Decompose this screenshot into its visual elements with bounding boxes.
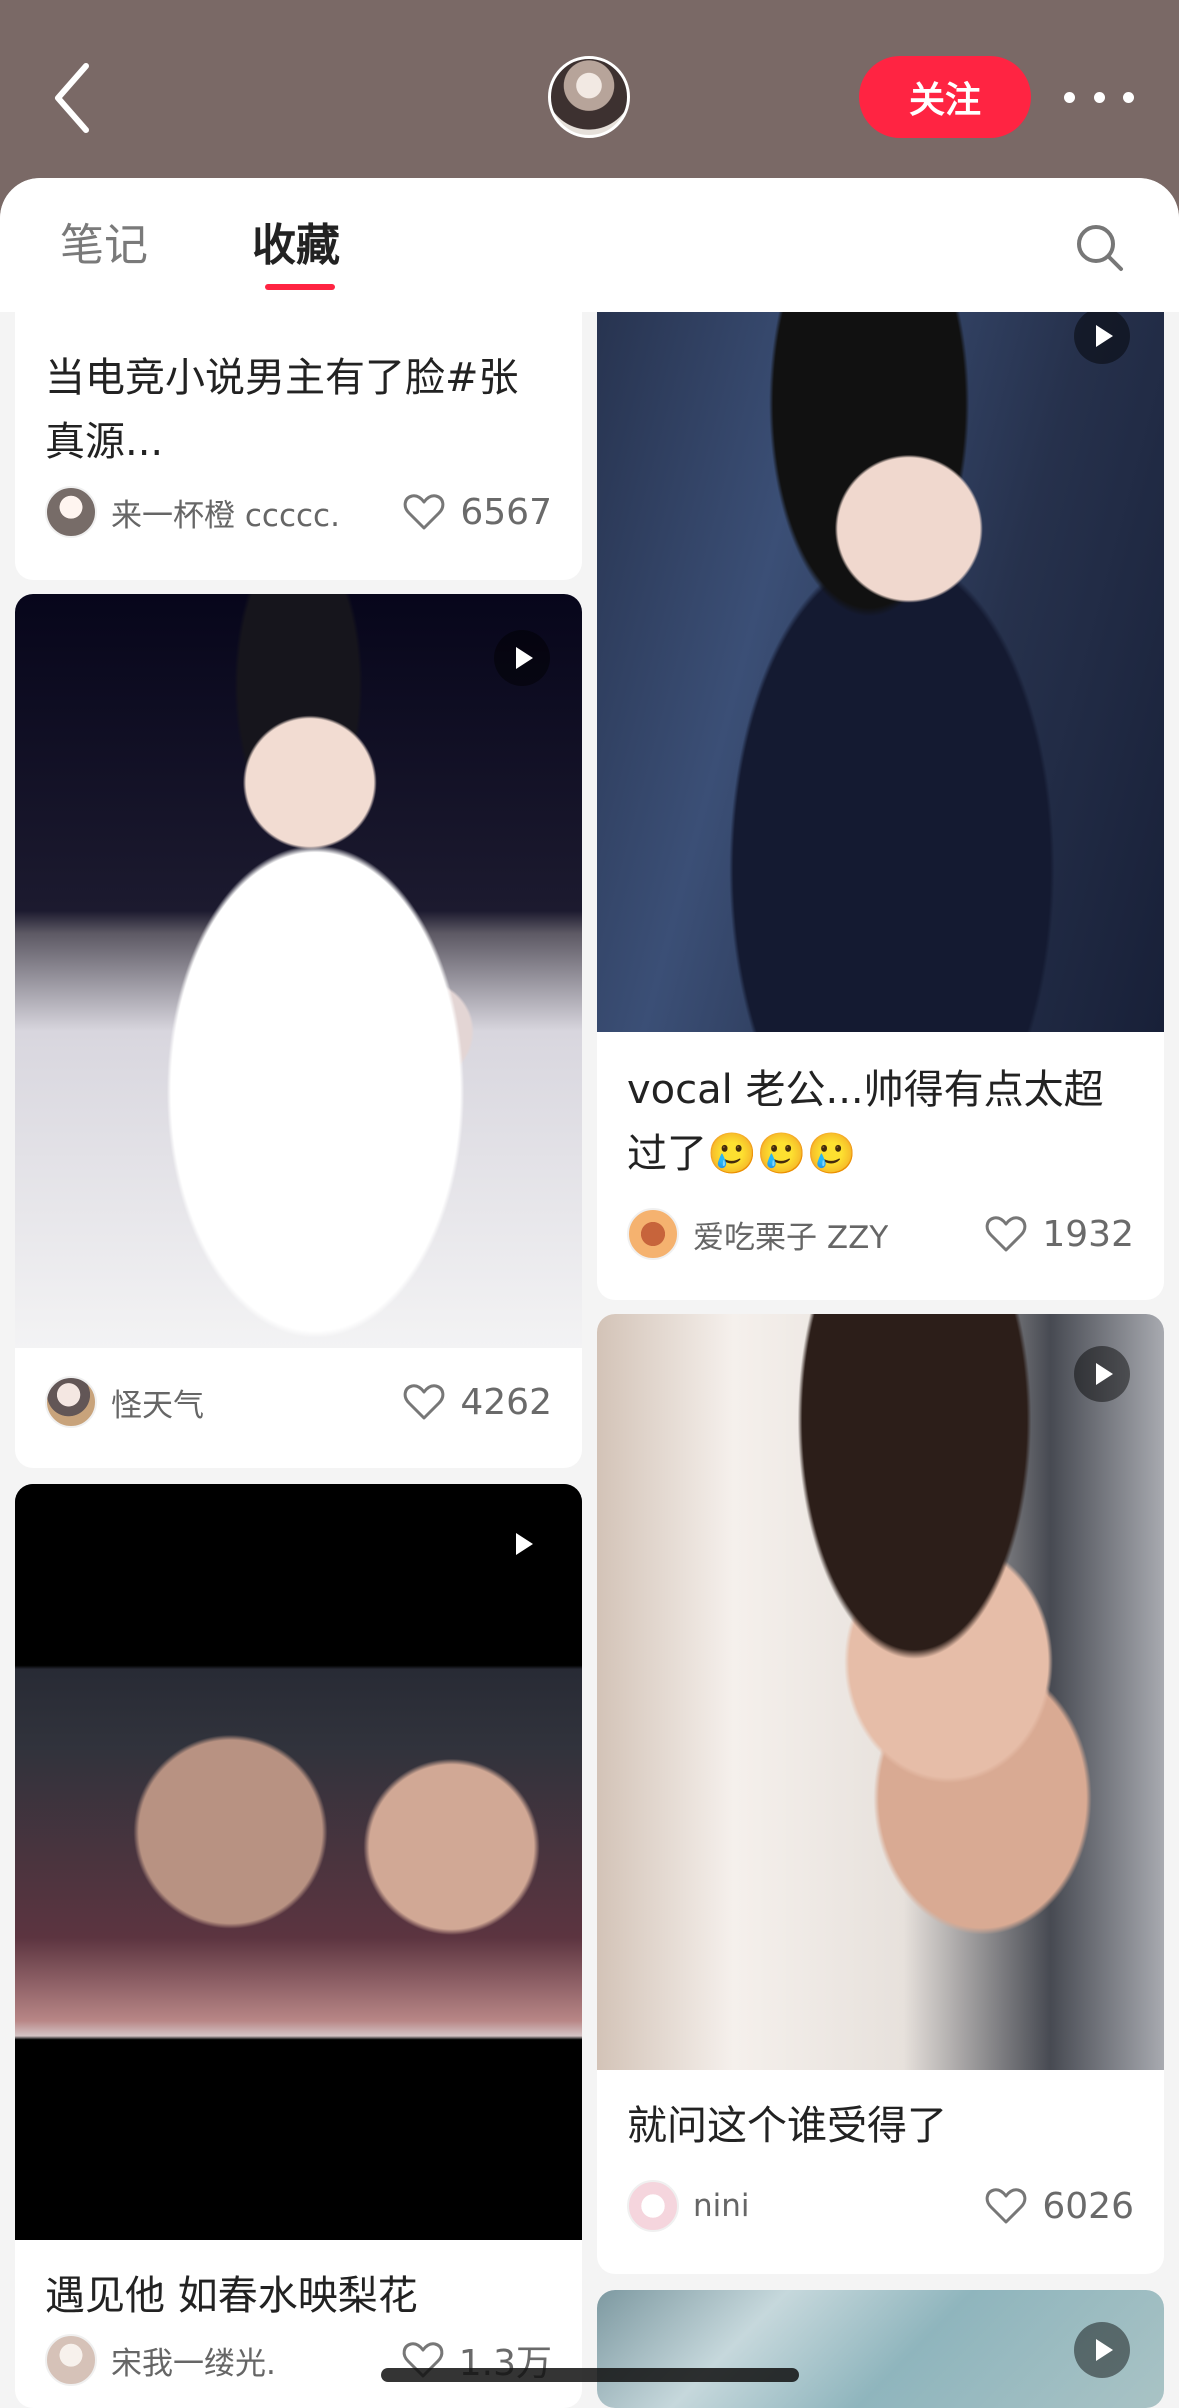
author-name: 怪天气 bbox=[111, 1387, 204, 1424]
note-card[interactable]: 怪天气 4262 bbox=[15, 594, 582, 1468]
author-name: 爱吃栗子 ZZY bbox=[693, 1219, 889, 1256]
note-footer: 爱吃栗子 ZZY 1932 bbox=[627, 1204, 1134, 1264]
note-card[interactable] bbox=[597, 2290, 1164, 2408]
note-title: 遇见他 如春水映梨花 bbox=[45, 2273, 418, 2319]
like-count: 6567 bbox=[460, 491, 552, 533]
author-info[interactable]: nini bbox=[627, 2180, 750, 2232]
play-icon bbox=[1074, 308, 1130, 364]
author-avatar bbox=[45, 2334, 97, 2386]
note-cover-image bbox=[597, 292, 1164, 1032]
note-card[interactable]: 遇见他 如春水映梨花 宋我一缕光. 1.3万 bbox=[15, 1484, 582, 2408]
like-count: 4262 bbox=[460, 1381, 552, 1423]
heart-icon bbox=[986, 1216, 1027, 1252]
follow-button[interactable]: 关注 bbox=[859, 56, 1031, 138]
search-icon[interactable] bbox=[1074, 222, 1126, 274]
note-cover-image bbox=[15, 1484, 582, 2240]
author-avatar bbox=[627, 2180, 679, 2232]
like-button[interactable]: 1932 bbox=[984, 1212, 1134, 1256]
note-title: 当电竞小说男主有了脸#张真源... bbox=[45, 355, 519, 465]
note-card[interactable]: 就问这个谁受得了 nini 6026 bbox=[597, 1314, 1164, 2274]
like-button[interactable]: 6567 bbox=[402, 490, 552, 534]
heart-icon bbox=[986, 2188, 1027, 2224]
author-info[interactable]: 怪天气 bbox=[45, 1376, 204, 1428]
more-options-icon[interactable] bbox=[1064, 82, 1134, 112]
note-footer: 来一杯橙 ccccc. 6567 bbox=[45, 482, 552, 542]
like-count: 1932 bbox=[1042, 1213, 1134, 1255]
heart-icon bbox=[404, 1384, 445, 1420]
profile-header: 关注 bbox=[0, 0, 1179, 200]
home-indicator[interactable] bbox=[381, 2368, 799, 2382]
like-button[interactable]: 6026 bbox=[984, 2184, 1134, 2228]
note-title: vocal 老公...帅得有点太超过了🥲🥲🥲 bbox=[627, 1067, 1104, 1177]
tab-favorites[interactable]: 收藏 bbox=[252, 216, 340, 276]
author-avatar bbox=[627, 1208, 679, 1260]
note-card[interactable]: vocal 老公...帅得有点太超过了🥲🥲🥲 爱吃栗子 ZZY 1932 bbox=[597, 292, 1164, 1300]
note-cover-image bbox=[597, 1314, 1164, 2070]
active-tab-indicator bbox=[265, 284, 335, 290]
play-icon bbox=[1074, 2322, 1130, 2378]
tab-notes[interactable]: 笔记 bbox=[60, 216, 148, 276]
note-footer: nini 6026 bbox=[627, 2176, 1134, 2236]
author-name: 来一杯橙 ccccc. bbox=[111, 497, 340, 534]
note-cover-image bbox=[15, 594, 582, 1348]
like-button[interactable]: 4262 bbox=[402, 1380, 552, 1424]
author-name: 宋我一缕光. bbox=[111, 2345, 276, 2382]
profile-tabs: 笔记 收藏 bbox=[0, 178, 1179, 312]
author-avatar bbox=[45, 486, 97, 538]
profile-avatar[interactable] bbox=[548, 56, 630, 138]
author-avatar bbox=[45, 1376, 97, 1428]
play-icon bbox=[494, 630, 550, 686]
note-title: 就问这个谁受得了 bbox=[627, 2103, 947, 2149]
author-info[interactable]: 爱吃栗子 ZZY bbox=[627, 1208, 888, 1260]
play-icon bbox=[1074, 1346, 1130, 1402]
author-name: nini bbox=[693, 2188, 750, 2224]
heart-icon bbox=[404, 494, 445, 530]
play-icon bbox=[494, 1516, 550, 1572]
note-footer: 怪天气 4262 bbox=[45, 1372, 552, 1432]
author-info[interactable]: 来一杯橙 ccccc. bbox=[45, 486, 340, 538]
author-info[interactable]: 宋我一缕光. bbox=[45, 2334, 276, 2386]
back-icon[interactable] bbox=[44, 58, 104, 138]
like-count: 6026 bbox=[1042, 2185, 1134, 2227]
note-card[interactable]: 当电竞小说男主有了脸#张真源... 来一杯橙 ccccc. 6567 bbox=[15, 292, 582, 580]
